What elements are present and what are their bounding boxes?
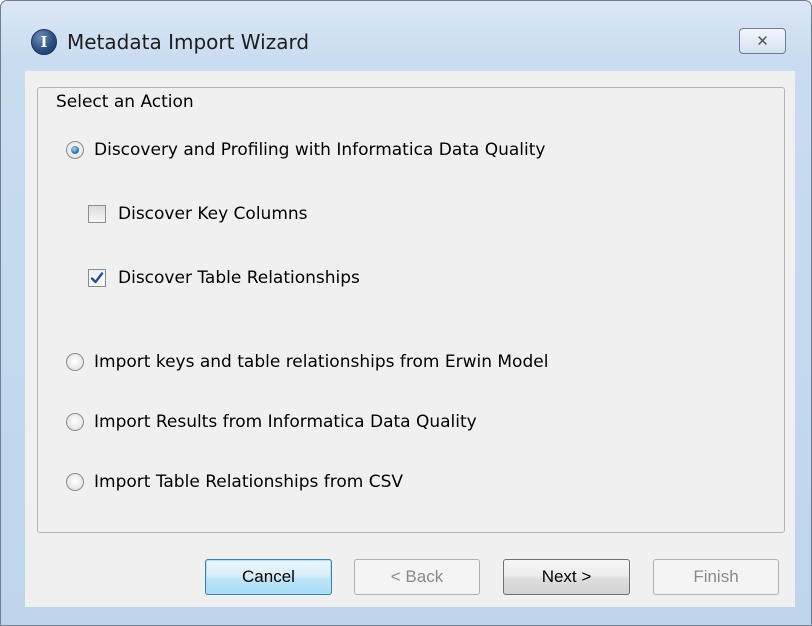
- checkbox-discover-key-columns-label: Discover Key Columns: [118, 204, 308, 224]
- window-title: Metadata Import Wizard: [67, 30, 310, 54]
- group-legend: Select an Action: [54, 92, 196, 112]
- radio-discovery-profiling-label: Discovery and Profiling with Informatica…: [94, 140, 546, 160]
- checkbox-checked[interactable]: [88, 269, 106, 287]
- radio-button-unchecked[interactable]: [66, 413, 84, 431]
- radio-button-unchecked[interactable]: [66, 473, 84, 491]
- info-app-icon: I: [31, 29, 57, 55]
- checkbox-unchecked[interactable]: [88, 205, 106, 223]
- wizard-dialog: I Metadata Import Wizard ✕ Select an Act…: [0, 0, 812, 626]
- select-action-group: Select an Action Discovery and Profiling…: [37, 87, 785, 533]
- radio-button-checked[interactable]: [66, 141, 84, 159]
- radio-import-csv-label: Import Table Relationships from CSV: [94, 472, 404, 492]
- cancel-button[interactable]: Cancel: [205, 559, 332, 595]
- close-icon: ✕: [756, 32, 769, 50]
- app-icon-glyph: I: [40, 33, 48, 51]
- checkbox-discover-table-relationships-label: Discover Table Relationships: [118, 268, 360, 288]
- radio-button-unchecked[interactable]: [66, 353, 84, 371]
- next-button[interactable]: Next >: [503, 559, 630, 595]
- title-bar[interactable]: I Metadata Import Wizard ✕: [1, 1, 811, 71]
- close-button[interactable]: ✕: [739, 28, 786, 54]
- finish-button[interactable]: Finish: [653, 559, 779, 595]
- radio-import-erwin-label: Import keys and table relationships from…: [94, 352, 549, 372]
- back-button[interactable]: < Back: [354, 559, 480, 595]
- radio-import-idq-results-label: Import Results from Informatica Data Qua…: [94, 412, 477, 432]
- checkmark-icon: [90, 272, 104, 284]
- dialog-client-area: Select an Action Discovery and Profiling…: [25, 71, 795, 607]
